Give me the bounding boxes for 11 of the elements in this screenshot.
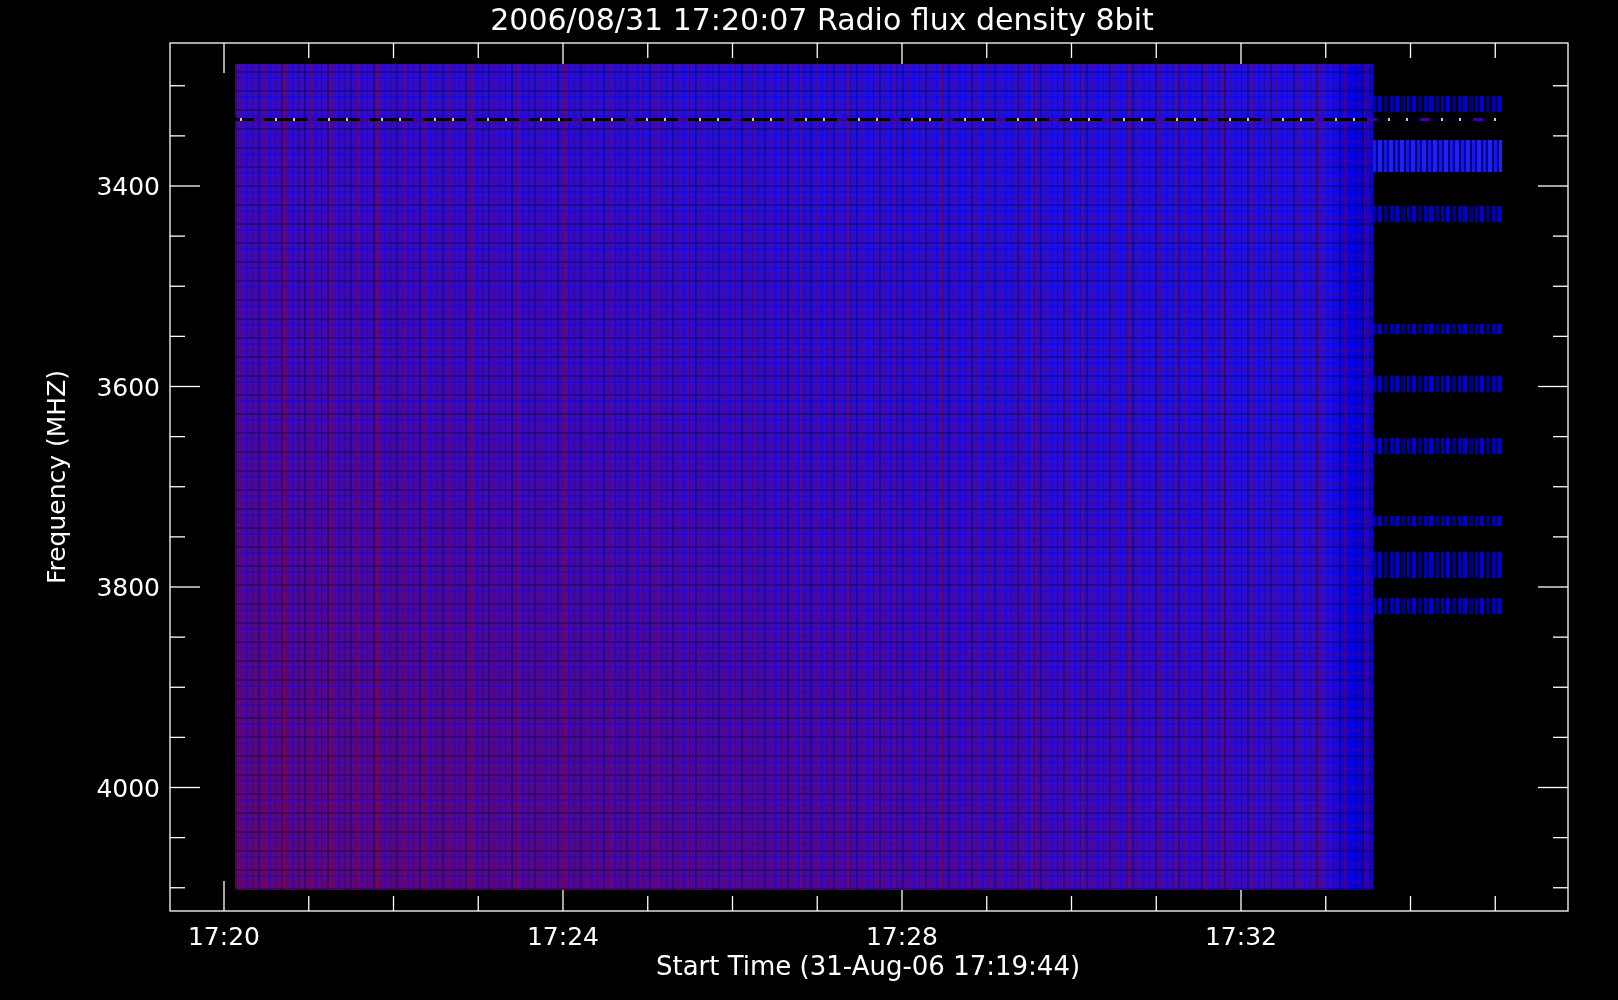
- x-tick-label: 17:32: [1205, 922, 1277, 951]
- y-tick-label: 3600: [96, 372, 160, 402]
- y-tick-label: 3800: [96, 573, 160, 602]
- x-tick-label: 17:28: [866, 922, 938, 951]
- x-axis-label: Start Time (31-Aug-06 17:19:44): [655, 951, 1081, 981]
- y-axis-label: Frequency (MHZ): [42, 369, 71, 585]
- chart-title: 2006/08/31 17:20:07 Radio flux density 8bit: [490, 2, 1154, 37]
- y-tick-label: 4000: [96, 773, 160, 803]
- y-tick-label: 3400: [96, 172, 160, 201]
- x-tick-label: 17:20: [188, 922, 260, 951]
- x-tick-label: 17:24: [527, 922, 599, 951]
